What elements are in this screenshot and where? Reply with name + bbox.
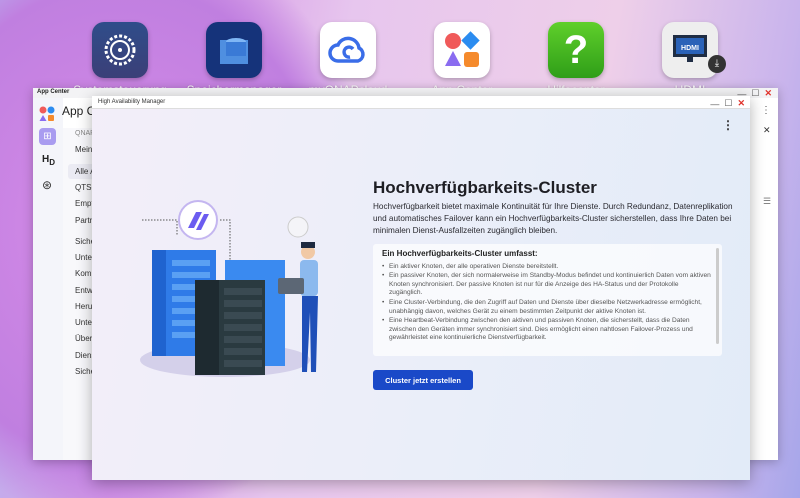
- hd-station-icon[interactable]: HD: [42, 154, 55, 167]
- close-icon[interactable]: ✕: [763, 125, 771, 136]
- maximize-button[interactable]: ☐: [751, 88, 759, 99]
- page-heading: Hochverfügbarkeits-Cluster: [373, 178, 597, 197]
- gear-icon: [104, 34, 136, 66]
- close-button[interactable]: ✕: [764, 88, 772, 99]
- desktop-icon-myqnapcloud[interactable]: [320, 22, 376, 78]
- desktop-icon-systemsteuerung[interactable]: [92, 22, 148, 78]
- app-center-rail: ⊞ HD ⊛: [33, 98, 63, 460]
- desktop-icon-hilfecenter[interactable]: ?: [548, 22, 604, 78]
- more-options-icon[interactable]: ⋮: [761, 105, 771, 116]
- minimize-button[interactable]: —: [710, 99, 719, 109]
- sidebar-item[interactable]: Empf: [75, 199, 94, 208]
- svg-text:HDMI: HDMI: [681, 45, 699, 52]
- more-options-icon[interactable]: ⋮: [722, 118, 734, 132]
- cluster-info-box: Ein Hochverfügbarkeits-Cluster umfasst: …: [373, 244, 722, 356]
- download-badge-icon: ⤓: [708, 55, 726, 73]
- ha-manager-window: High Availability Manager — ☐ ✕ ⋮ Hochverf…: [92, 96, 750, 480]
- info-item: Ein aktiver Knoten, der alle operativen …: [382, 263, 713, 272]
- intro-text: Hochverfügbarkeit bietet maximale Kontin…: [373, 202, 733, 235]
- all-apps-icon[interactable]: ⊞: [39, 128, 56, 145]
- hdmi-monitor-icon: HDMI: [673, 35, 707, 62]
- scrollbar[interactable]: [716, 248, 719, 344]
- list-view-icon[interactable]: ☰: [763, 196, 771, 207]
- app-grid-icon: [445, 31, 480, 67]
- ha-titlebar: High Availability Manager: [92, 96, 750, 109]
- ha-cluster-illustration: [140, 200, 318, 377]
- cloud-icon: [328, 36, 365, 63]
- info-item: Eine Cluster-Verbindung, die den Zugriff…: [382, 299, 713, 316]
- database-icon: [220, 38, 248, 64]
- close-button[interactable]: ✕: [737, 98, 745, 109]
- window-controls: — ☐ ✕: [710, 98, 745, 109]
- info-item: Ein passiver Knoten, der sich normalerwe…: [382, 272, 713, 298]
- desktop-icon-storage[interactable]: [206, 22, 262, 78]
- maximize-button[interactable]: ☐: [724, 98, 732, 109]
- desktop-icon-app-center[interactable]: [434, 22, 490, 78]
- info-box-title: Ein Hochverfügbarkeits-Cluster umfasst:: [382, 249, 538, 258]
- create-cluster-button[interactable]: Cluster jetzt erstellen: [373, 370, 473, 390]
- question-icon: ?: [563, 27, 589, 72]
- app-center-logo-icon: [39, 106, 55, 122]
- aperture-icon[interactable]: ⊛: [42, 178, 52, 192]
- info-item: Eine Heartbeat-Verbindung zwischen den a…: [382, 317, 713, 343]
